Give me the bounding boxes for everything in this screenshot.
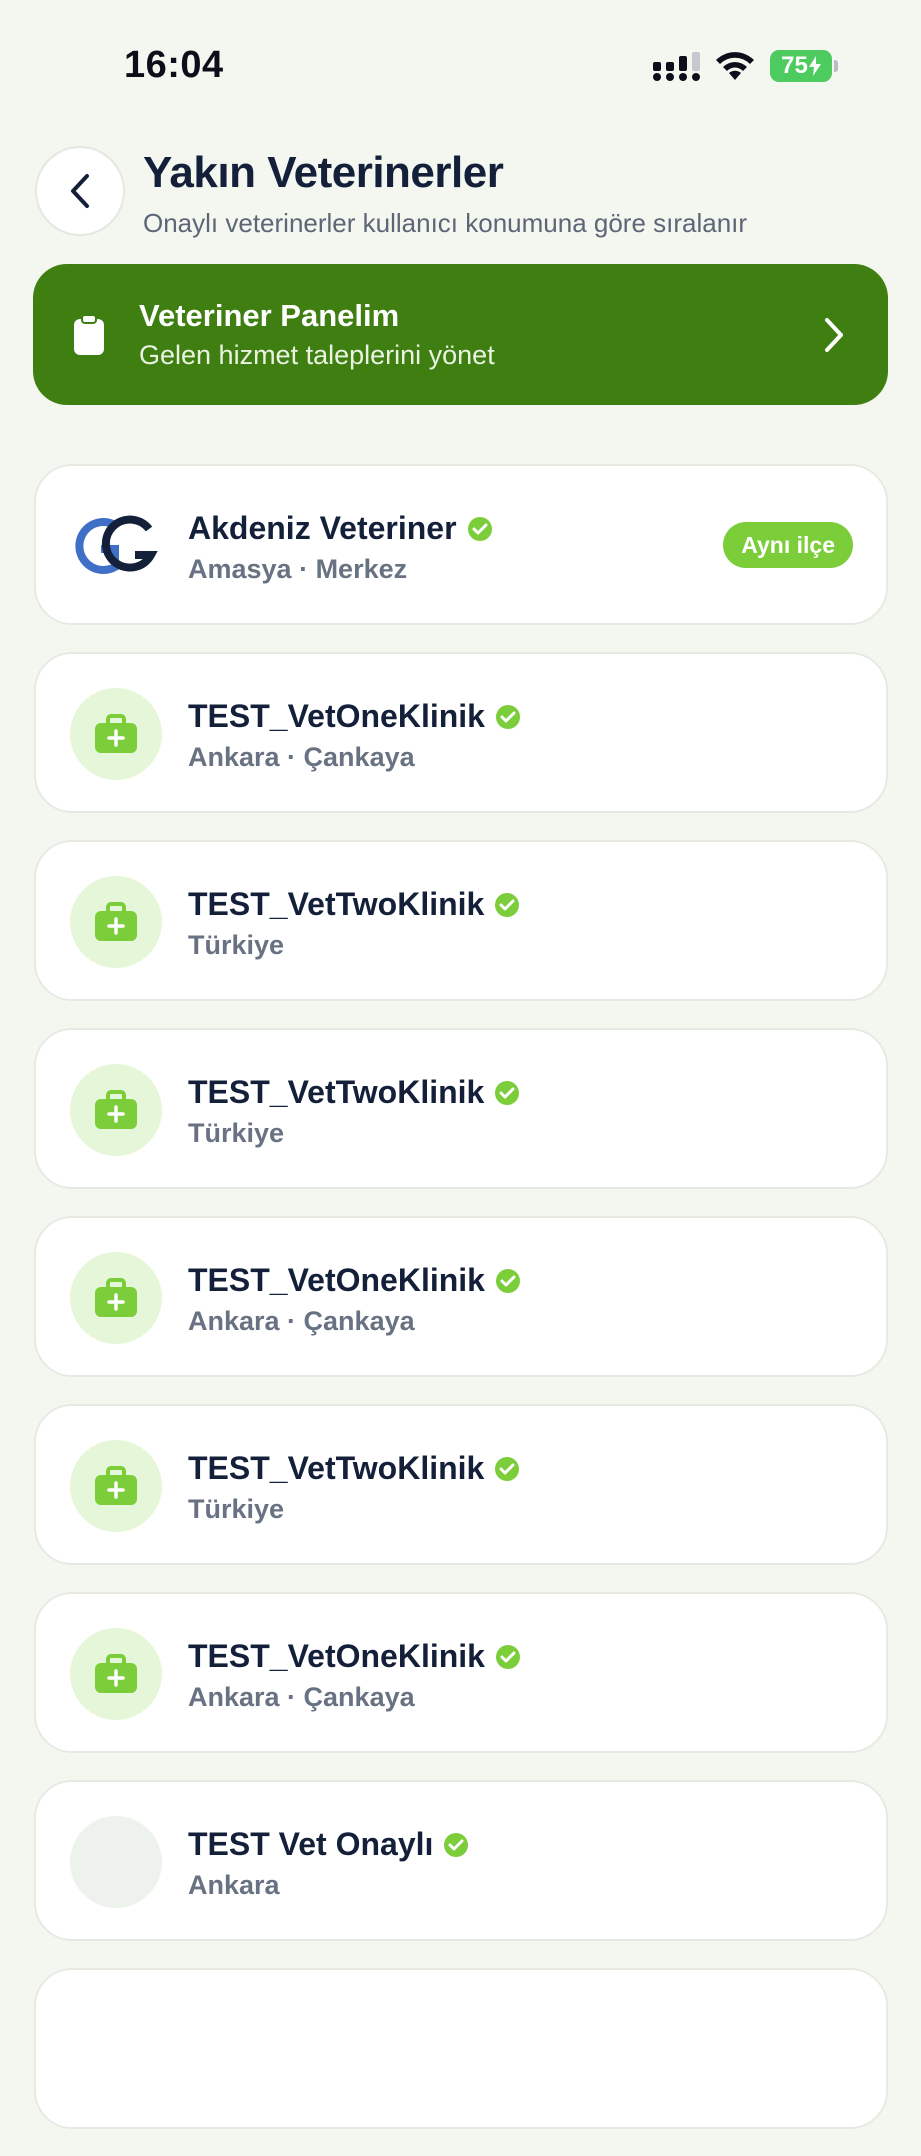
vet-card[interactable]: TEST_VetOneKlinik Ankara · Çankaya — [34, 652, 888, 813]
vet-name-text: TEST_VetOneKlinik — [188, 698, 485, 734]
medical-kit-icon — [95, 1654, 137, 1693]
clinic-logo-icon — [75, 515, 158, 574]
verified-check-icon — [467, 516, 492, 541]
verified-check-icon — [495, 704, 520, 729]
verified-check-icon — [495, 1644, 520, 1669]
vet-panel-title: Veteriner Panelim — [139, 298, 400, 333]
vet-name: TEST_VetOneKlinik — [188, 698, 521, 735]
vet-location: Ankara · Çankaya — [188, 1306, 415, 1336]
status-bar: 16:04 75 — [0, 0, 921, 110]
battery-nub — [834, 60, 838, 72]
vet-card[interactable]: TEST_VetOneKlinik Ankara · Çankaya — [34, 1216, 888, 1377]
vet-avatar — [70, 1440, 162, 1532]
chevron-right-icon — [825, 318, 843, 352]
vet-name: TEST_VetOneKlinik — [188, 1262, 521, 1299]
vet-location: Türkiye — [188, 930, 285, 960]
vet-name-text: TEST_VetOneKlinik — [188, 1262, 485, 1298]
same-district-badge: Aynı ilçe — [723, 522, 853, 568]
chevron-left-icon — [71, 174, 89, 208]
clinic-logo — [70, 500, 162, 592]
vet-panel-subtitle: Gelen hizmet taleplerini yönet — [139, 340, 495, 370]
vet-avatar — [70, 688, 162, 780]
vet-card[interactable]: TEST_VetTwoKlinik Türkiye — [34, 840, 888, 1001]
vet-avatar-placeholder — [70, 1816, 162, 1908]
vet-name: Akdeniz Veteriner — [188, 510, 493, 547]
verified-check-icon — [495, 1080, 520, 1105]
vet-name: TEST_VetTwoKlinik — [188, 1450, 520, 1487]
vet-card[interactable]: TEST_VetTwoKlinik Türkiye — [34, 1404, 888, 1565]
medical-kit-icon — [95, 714, 137, 753]
vet-name: TEST_VetTwoKlinik — [188, 1074, 520, 1111]
vet-name: TEST Vet Onaylı — [188, 1826, 469, 1863]
vet-card[interactable]: Akdeniz Veteriner Amasya · Merkez Aynı i… — [34, 464, 888, 625]
medical-kit-icon — [95, 902, 137, 941]
vet-avatar — [70, 1628, 162, 1720]
vet-list: Akdeniz Veteriner Amasya · Merkez Aynı i… — [34, 464, 888, 2156]
vet-name-text: Akdeniz Veteriner — [188, 510, 457, 546]
verified-check-icon — [495, 892, 520, 917]
clipboard-icon — [74, 314, 104, 355]
wifi-icon — [716, 52, 754, 80]
back-button[interactable] — [35, 146, 125, 236]
vet-location: Türkiye — [188, 1118, 285, 1148]
verified-check-icon — [495, 1456, 520, 1481]
page-subtitle: Onaylı veterinerler kullanıcı konumuna g… — [143, 208, 748, 238]
vet-avatar — [70, 1252, 162, 1344]
battery-level: 75 — [781, 52, 808, 79]
vet-location: Ankara · Çankaya — [188, 1682, 415, 1712]
battery-indicator: 75 — [770, 50, 832, 82]
vet-name-text: TEST_VetTwoKlinik — [188, 1450, 485, 1486]
vet-name: TEST_VetOneKlinik — [188, 1638, 521, 1675]
cellular-signal-icon — [653, 52, 700, 81]
vet-card[interactable]: TEST_VetTwoKlinik Türkiye — [34, 1028, 888, 1189]
verified-check-icon — [495, 1268, 520, 1293]
vet-name-text: TEST_VetOneKlinik — [188, 1638, 485, 1674]
vet-location: Türkiye — [188, 1494, 285, 1524]
vet-location: Ankara — [188, 1870, 280, 1900]
vet-card[interactable]: TEST Vet Onaylı Ankara — [34, 1780, 888, 1941]
vet-name-text: TEST Vet Onaylı — [188, 1826, 434, 1862]
vet-name: TEST_VetTwoKlinik — [188, 886, 520, 923]
status-time: 16:04 — [124, 44, 224, 86]
verified-check-icon — [444, 1832, 469, 1857]
vet-avatar — [70, 876, 162, 968]
vet-card[interactable]: TEST_VetOneKlinik Ankara · Çankaya — [34, 1592, 888, 1753]
page-title: Yakın Veterinerler — [143, 148, 504, 197]
medical-kit-icon — [95, 1466, 137, 1505]
vet-name-text: TEST_VetTwoKlinik — [188, 1074, 485, 1110]
vet-location: Amasya · Merkez — [188, 554, 408, 584]
vet-card-partial[interactable] — [34, 1968, 888, 2129]
vet-location: Ankara · Çankaya — [188, 742, 415, 772]
vet-avatar — [70, 1064, 162, 1156]
medical-kit-icon — [95, 1090, 137, 1129]
vet-panel-banner[interactable]: Veteriner Panelim Gelen hizmet talepleri… — [33, 264, 888, 405]
charging-bolt-icon — [808, 56, 821, 76]
vet-name-text: TEST_VetTwoKlinik — [188, 886, 485, 922]
medical-kit-icon — [95, 1278, 137, 1317]
